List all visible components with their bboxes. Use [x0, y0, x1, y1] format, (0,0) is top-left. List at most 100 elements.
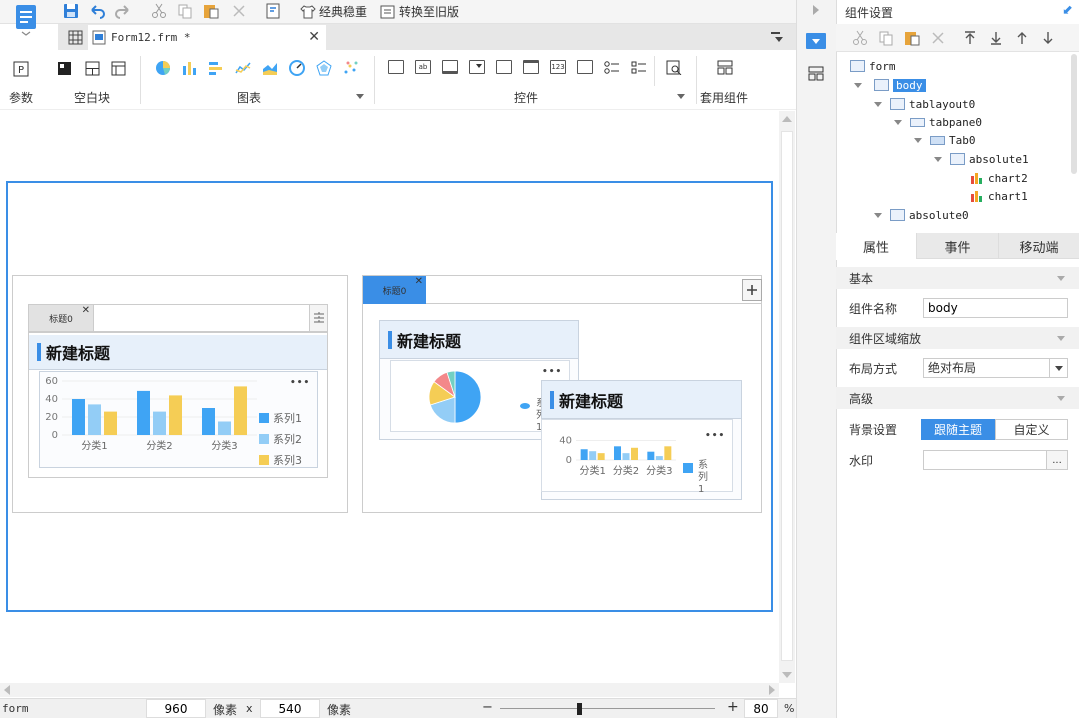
chart2-more-icon[interactable]: ••• [542, 367, 562, 377]
move-up-icon[interactable] [1013, 29, 1031, 47]
tab-settings-icon[interactable] [309, 305, 327, 331]
zoom-slider-thumb[interactable] [577, 703, 582, 715]
tree-node-tab0[interactable]: Tab0 [914, 131, 976, 149]
expand-icon[interactable] [874, 212, 882, 218]
component-name-input[interactable] [923, 298, 1068, 318]
hbar-chart-icon[interactable] [207, 59, 225, 77]
tab0-right-close-icon[interactable]: ✕ [415, 276, 423, 287]
chevron-down-icon[interactable] [1049, 359, 1067, 377]
blank-block-icon[interactable] [56, 60, 72, 76]
app-logo-icon[interactable] [14, 4, 38, 36]
tree-node-chart2[interactable]: chart2 [970, 169, 1028, 187]
zoom-out-button[interactable]: − [482, 700, 493, 715]
form-grid-icon[interactable] [66, 28, 84, 46]
expand-icon[interactable] [934, 156, 942, 162]
component-settings-side-icon[interactable] [806, 33, 826, 49]
scroll-down-icon[interactable] [782, 672, 792, 678]
copy-icon[interactable] [176, 2, 194, 20]
zoom-in-button[interactable]: + [727, 699, 739, 715]
bg-theme-button[interactable]: 跟随主题 [921, 418, 995, 440]
tree-node-tablayout0[interactable]: tablayout0 [874, 95, 975, 113]
cut-icon[interactable] [150, 2, 168, 20]
textarea-widget-icon[interactable] [577, 60, 593, 74]
tree-delete-icon[interactable] [929, 29, 947, 47]
tree-cut-icon[interactable] [851, 29, 869, 47]
area-chart-icon[interactable] [261, 59, 279, 77]
save-icon[interactable] [62, 2, 80, 20]
tab0-left[interactable]: 标题0 ✕ [28, 304, 94, 332]
layout-side-icon[interactable] [806, 64, 826, 82]
chart3-title[interactable]: 新建标题 [542, 381, 741, 419]
redo-icon[interactable] [114, 2, 132, 20]
collapse-icon[interactable] [1057, 396, 1065, 401]
chart3-more-icon[interactable]: ••• [705, 431, 725, 441]
widgets-expand-icon[interactable] [677, 94, 685, 99]
radar-chart-icon[interactable] [315, 59, 333, 77]
tree-scrollbar[interactable] [1071, 54, 1077, 174]
chart1-more-icon[interactable]: ••• [290, 378, 310, 388]
move-down-icon[interactable] [1039, 29, 1057, 47]
layout-select[interactable]: 绝对布局 [923, 358, 1068, 378]
tree-node-form[interactable]: form [850, 57, 896, 75]
classic-theme-button[interactable]: 经典稳重 [300, 3, 367, 20]
tree-paste-icon[interactable] [903, 29, 921, 47]
expand-icon[interactable] [854, 82, 862, 88]
number-widget-icon[interactable]: 123 [550, 60, 566, 74]
tree-node-tabpane0[interactable]: tabpane0 [894, 113, 982, 131]
zoom-input[interactable] [744, 699, 778, 718]
switch-old-version-button[interactable]: 转换至旧版 [380, 3, 459, 20]
canvas-width-input[interactable] [146, 699, 206, 718]
tab0-left-close-icon[interactable]: ✕ [82, 305, 90, 316]
chart1-card[interactable]: 60 40 20 0 分类1 分类2 分类3 ••• 系列1 系列2 系列3 [39, 371, 318, 468]
bar-chart-icon[interactable] [180, 59, 198, 77]
checkbox-group-widget-icon[interactable] [630, 59, 648, 75]
scatter-chart-icon[interactable] [342, 59, 360, 77]
template-component-icon[interactable] [716, 59, 734, 75]
vertical-scrollbar[interactable] [779, 111, 795, 683]
tree-node-absolute0[interactable]: absolute0 [874, 206, 969, 224]
param-icon[interactable]: P [12, 60, 30, 78]
collapse-icon[interactable] [1057, 276, 1065, 281]
scroll-left-icon[interactable] [4, 685, 10, 695]
expand-icon[interactable] [914, 137, 922, 143]
paste-icon[interactable] [202, 2, 220, 20]
collapse-icon[interactable] [1057, 336, 1065, 341]
blank-split-icon[interactable] [84, 60, 100, 76]
tree-node-chart1[interactable]: chart1 [970, 187, 1028, 205]
tree-node-body[interactable]: body [854, 76, 926, 94]
delete-icon[interactable] [230, 2, 248, 20]
button-widget-icon[interactable] [442, 60, 458, 74]
move-top-icon[interactable] [961, 29, 979, 47]
tab-events[interactable]: 事件 [916, 233, 998, 259]
horizontal-scrollbar[interactable] [0, 683, 779, 697]
tab0-right[interactable]: 标题0 ✕ [363, 276, 426, 304]
watermark-input[interactable] [923, 450, 1047, 470]
combo-widget-icon[interactable] [469, 60, 485, 74]
collapse-panel-icon[interactable] [813, 5, 819, 15]
date-widget-icon[interactable] [523, 60, 539, 74]
preview-icon[interactable] [264, 2, 282, 20]
gauge-chart-icon[interactable] [288, 59, 306, 77]
pie-chart-icon[interactable] [154, 59, 172, 77]
tab-properties[interactable]: 属性 [836, 233, 916, 260]
tab-menu-icon[interactable] [768, 28, 786, 46]
charts-expand-icon[interactable] [356, 94, 364, 99]
radio-group-widget-icon[interactable] [603, 59, 621, 75]
search-widget-icon[interactable] [665, 59, 683, 75]
tab-mobile[interactable]: 移动端 [998, 233, 1079, 259]
textbox-widget-icon[interactable] [388, 60, 404, 74]
tree-node-absolute1[interactable]: absolute1 [934, 150, 1029, 168]
bg-custom-button[interactable]: 自定义 [995, 418, 1068, 440]
blank-tab-icon[interactable] [110, 60, 126, 76]
add-tab-icon[interactable] [742, 279, 762, 301]
chart2-title[interactable]: 新建标题 [380, 321, 578, 359]
watermark-more-button[interactable]: ... [1046, 450, 1068, 470]
file-tab[interactable]: Form12.frm * ✕ [88, 25, 326, 50]
chart3-card[interactable]: 新建标题 40 0 分类1 分类2 分类3 ••• 系列1 [541, 380, 742, 500]
close-tab-icon[interactable]: ✕ [308, 29, 320, 45]
move-bottom-icon[interactable] [987, 29, 1005, 47]
scroll-up-icon[interactable] [782, 116, 792, 122]
section-advanced[interactable]: 高级 [836, 387, 1079, 409]
tree-widget-icon[interactable] [496, 60, 512, 74]
section-basic[interactable]: 基本 [836, 267, 1079, 289]
